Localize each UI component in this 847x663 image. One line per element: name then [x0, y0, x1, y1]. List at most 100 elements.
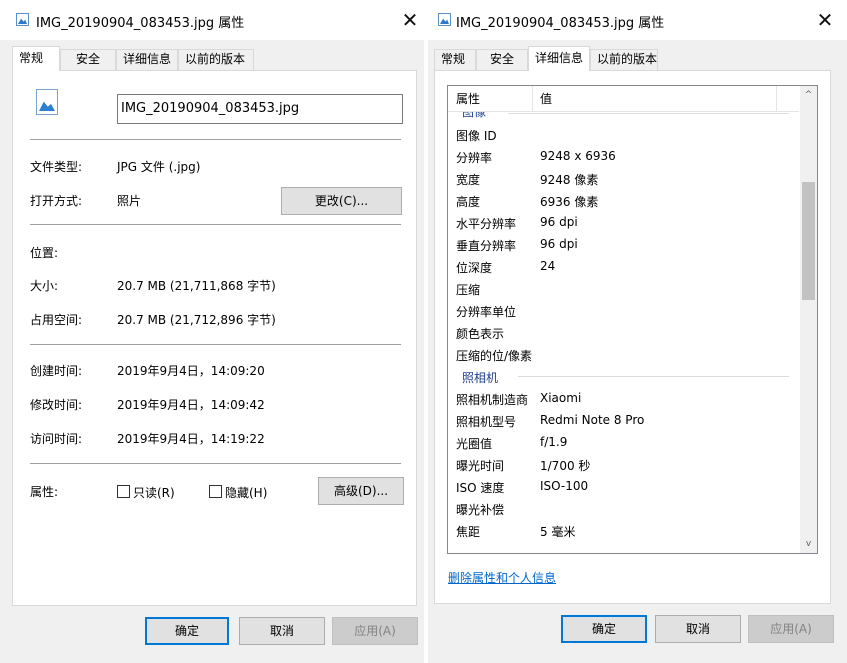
hidden-label[interactable]: 隐藏(H): [225, 484, 267, 501]
change-button[interactable]: 更改(C)...: [281, 187, 402, 215]
list-item[interactable]: 分辨率 9248 x 6936: [448, 145, 799, 167]
tab-previous-versions[interactable]: 以前的版本: [590, 49, 658, 70]
tab-details[interactable]: 详细信息: [528, 46, 590, 71]
column-header-value[interactable]: 值: [532, 86, 776, 112]
close-icon[interactable]: ✕: [808, 6, 842, 34]
group-header-camera[interactable]: 照相机: [448, 365, 799, 387]
property-name: 图像 ID: [456, 129, 497, 143]
hidden-checkbox[interactable]: [209, 485, 222, 498]
property-value: Redmi Note 8 Pro: [540, 413, 645, 427]
property-value: Xiaomi: [540, 391, 582, 405]
open-with-value: 照片: [117, 194, 142, 208]
list-item[interactable]: 图像 ID: [448, 123, 799, 145]
group-line: [518, 376, 789, 377]
scroll-up-icon[interactable]: ^: [800, 86, 817, 104]
property-name: 照相机型号: [456, 415, 517, 429]
property-value: 96 dpi: [540, 237, 578, 251]
vertical-scrollbar[interactable]: ^ v: [800, 86, 817, 553]
property-name: 分辨率: [456, 151, 493, 165]
tab-general[interactable]: 常规: [12, 46, 60, 71]
list-item[interactable]: 压缩的位/像素: [448, 343, 799, 365]
divider: [30, 139, 401, 140]
divider: [30, 344, 401, 345]
filename-input[interactable]: IMG_20190904_083453.jpg: [117, 94, 403, 124]
list-item[interactable]: 照相机制造商 Xiaomi: [448, 387, 799, 409]
property-value: ISO-100: [540, 479, 589, 493]
tab-previous-versions[interactable]: 以前的版本: [178, 49, 254, 70]
column-divider[interactable]: [776, 86, 777, 112]
general-panel: IMG_20190904_083453.jpg 文件类型: JPG 文件 (.j…: [12, 70, 417, 606]
window-title: IMG_20190904_083453.jpg 属性: [456, 16, 665, 31]
property-value: 6936 像素: [540, 195, 599, 209]
group-label: 照相机: [462, 371, 499, 385]
list-item[interactable]: 宽度 9248 像素: [448, 167, 799, 189]
divider: [30, 224, 401, 225]
list-item[interactable]: 高度 6936 像素: [448, 189, 799, 211]
size-value: 20.7 MB (21,711,868 字节): [117, 279, 276, 293]
list-item[interactable]: 压缩: [448, 277, 799, 299]
ok-button[interactable]: 确定: [561, 615, 647, 643]
tab-general[interactable]: 常规: [434, 49, 476, 70]
apply-button[interactable]: 应用(A): [332, 617, 418, 645]
property-value: 1/700 秒: [540, 459, 591, 473]
close-icon[interactable]: ✕: [393, 6, 427, 34]
property-name: 曝光补偿: [456, 503, 505, 517]
group-label: 图像: [462, 112, 486, 118]
property-name: 水平分辨率: [456, 217, 517, 231]
properties-dialog-general: IMG_20190904_083453.jpg 属性 ✕ 常规 安全 详细信息 …: [0, 0, 424, 663]
property-name: 高度: [456, 195, 481, 209]
properties-dialog-details: IMG_20190904_083453.jpg 属性 ✕ 常规 安全 详细信息 …: [428, 0, 847, 663]
property-value: f/1.9: [540, 435, 568, 449]
list-item[interactable]: 颜色表示: [448, 321, 799, 343]
image-file-icon: [36, 89, 58, 115]
property-list[interactable]: 属性 值 图像 图像 ID 分辨率 9248 x 6936 宽度 9248 像素 高…: [447, 85, 818, 554]
size-on-disk-label: 占用空间:: [30, 313, 83, 327]
tab-security[interactable]: 安全: [476, 49, 528, 70]
list-item[interactable]: ISO 速度 ISO-100: [448, 475, 799, 497]
apply-button[interactable]: 应用(A): [748, 615, 834, 643]
property-value: 9248 像素: [540, 173, 599, 187]
tab-security[interactable]: 安全: [60, 49, 116, 70]
attributes-label: 属性:: [30, 485, 59, 499]
scroll-down-icon[interactable]: v: [800, 535, 817, 553]
ok-button[interactable]: 确定: [145, 617, 229, 645]
property-value: 9248 x 6936: [540, 149, 616, 163]
property-name: 压缩的位/像素: [456, 349, 533, 363]
location-label: 位置:: [30, 246, 59, 260]
property-name: 分辨率单位: [456, 305, 517, 319]
advanced-button[interactable]: 高级(D)...: [318, 477, 404, 505]
list-item[interactable]: 照相机型号 Redmi Note 8 Pro: [448, 409, 799, 431]
title-bar[interactable]: IMG_20190904_083453.jpg 属性 ✕: [428, 0, 847, 40]
created-value: 2019年9月4日，14:09:20: [117, 364, 265, 378]
readonly-label[interactable]: 只读(R): [133, 484, 175, 501]
divider: [30, 463, 401, 464]
list-item[interactable]: 光圈值 f/1.9: [448, 431, 799, 453]
tab-details[interactable]: 详细信息: [116, 49, 178, 70]
title-bar[interactable]: IMG_20190904_083453.jpg 属性 ✕: [0, 0, 424, 40]
property-name: 焦距: [456, 525, 481, 539]
property-name: 光圈值: [456, 437, 493, 451]
cancel-button[interactable]: 取消: [655, 615, 741, 643]
list-item[interactable]: 曝光补偿: [448, 497, 799, 519]
group-line: [508, 113, 789, 114]
list-item[interactable]: 垂直分辨率 96 dpi: [448, 233, 799, 255]
list-header: 属性 值: [448, 86, 799, 112]
remove-properties-link[interactable]: 删除属性和个人信息: [448, 569, 556, 586]
scroll-thumb[interactable]: [802, 182, 815, 300]
property-name: 曝光时间: [456, 459, 505, 473]
readonly-checkbox[interactable]: [117, 485, 130, 498]
image-file-icon: [16, 13, 29, 26]
accessed-value: 2019年9月4日，14:19:22: [117, 432, 265, 446]
property-name: ISO 速度: [456, 481, 505, 495]
size-on-disk-value: 20.7 MB (21,712,896 字节): [117, 313, 276, 327]
list-item[interactable]: 水平分辨率 96 dpi: [448, 211, 799, 233]
size-label: 大小:: [30, 279, 59, 293]
accessed-label: 访问时间:: [30, 432, 83, 446]
list-item[interactable]: 曝光时间 1/700 秒: [448, 453, 799, 475]
list-item[interactable]: 焦距 5 毫米: [448, 519, 799, 541]
column-header-property[interactable]: 属性: [448, 86, 532, 112]
cancel-button[interactable]: 取消: [239, 617, 325, 645]
list-item[interactable]: 位深度 24: [448, 255, 799, 277]
property-name: 压缩: [456, 283, 481, 297]
list-item[interactable]: 分辨率单位: [448, 299, 799, 321]
